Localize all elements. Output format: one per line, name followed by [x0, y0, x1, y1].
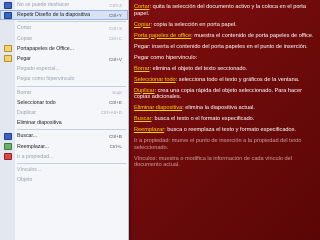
menu-item-label: Objeto [17, 177, 33, 184]
description-text: : muestra el contenido de porta papeles … [191, 32, 314, 39]
description-text: : selecciona todo el texto y gráficos de… [175, 76, 300, 83]
menu-item-shortcut: Ctrl+Z [109, 2, 122, 8]
menu-item-label: Cortar [17, 25, 32, 32]
paste-icon [4, 55, 12, 63]
description-term: Reemplazar [134, 127, 165, 133]
description-text: : busca o reemplaza el texto y formato e… [164, 127, 297, 133]
menu-item-shortcut: Ctrl+E [109, 100, 122, 106]
description-term: Buscar [134, 116, 152, 122]
description-text: Pegar: inserta el contenido del porta pa… [134, 43, 308, 50]
menu-item-reemplazar[interactable]: Reemplazar... Ctrl+L [0, 141, 128, 151]
description-term: Porta papeles de office [134, 32, 192, 39]
menu-separator [17, 21, 126, 23]
menu-separator [17, 129, 126, 131]
menu-item-label: Reemplazar... [17, 143, 50, 150]
menu-item-label: Pegar [17, 56, 31, 63]
menu-item-label: No se puede deshacer [17, 2, 70, 9]
goto-property-icon [4, 153, 12, 161]
edit-menu: No se puede deshacer Ctrl+Z Repetir Diseño… [0, 0, 129, 240]
description-term: Seleccionar todo [134, 76, 176, 83]
descriptions-panel: Cortar: quita la selección del documento… [134, 4, 316, 173]
menu-item-shortcut: Ctrl+Alt+D [100, 110, 122, 116]
menu-item-seleccionar-todo[interactable]: Seleccionar todo Ctrl+E [0, 98, 128, 108]
menu-item-shortcut: Ctrl+C [108, 36, 122, 42]
menu-item-repetir-diseño-de-la-diapositiva[interactable]: Repetir Diseño de la diapositiva Ctrl+Y [0, 10, 128, 21]
menu-item-pegar[interactable]: Pegar Ctrl+V [0, 54, 128, 64]
menu-item-label: Seleccionar todo [17, 99, 56, 106]
menu-item-shortcut: Ctrl+L [109, 144, 122, 150]
menu-item-shortcut: Ctrl+B [109, 133, 122, 139]
menu-item-shortcut: Ctrl+X [109, 25, 122, 31]
description-term: Cortar [134, 4, 150, 10]
menu-item-no-se-puede-deshacer[interactable]: No se puede deshacer Ctrl+Z [0, 0, 128, 10]
menu-item-objeto[interactable]: Objeto [0, 175, 128, 185]
description-term: Borrar [134, 65, 150, 72]
description-paragraph: Eliminar diapositiva: elimina la diaposi… [134, 105, 316, 112]
description-term: Duplicar [134, 87, 155, 94]
description-paragraph: Porta papeles de office: muestra el cont… [134, 33, 316, 40]
replace-icon [4, 142, 12, 150]
menu-item-label: Pegar como hipervínculo [17, 76, 75, 83]
menu-item-copiar[interactable]: Copiar Ctrl+C [0, 34, 128, 44]
find-icon [4, 132, 12, 140]
menu-item-label: Repetir Diseño de la diapositiva [17, 12, 90, 19]
menu-item-eliminar-diapositiva[interactable]: Eliminar diapositiva [0, 118, 128, 128]
description-paragraph: Vínculos: muestra o modifica la informac… [134, 156, 316, 169]
description-text: Pegar como hipervinculo: [134, 54, 198, 61]
menu-item-vínculos[interactable]: Vínculos... [0, 165, 128, 175]
description-text: : quita la selección del documento activ… [134, 4, 306, 17]
menu-item-label: Pegado especial... [17, 66, 60, 73]
menu-item-borrar[interactable]: Borrar Supr [0, 88, 128, 98]
description-text: : copia la selección en porta papel. [150, 21, 237, 28]
menu-item-ir-a-propiedad[interactable]: Ir a propiedad... [0, 152, 128, 162]
menu-separator [17, 85, 126, 87]
description-paragraph: Pegar: inserta el contenido del porta pa… [134, 44, 316, 51]
redo-icon [4, 11, 12, 19]
description-paragraph: Reemplazar: busca o reemplaza el texto y… [134, 127, 316, 134]
description-term: Copiar [134, 21, 151, 28]
menu-item-label: Vínculos... [17, 166, 42, 173]
menu-item-label: Copiar [17, 35, 33, 42]
description-paragraph: Ir a propiedad: mueve el punto de inserc… [134, 138, 316, 151]
menu-separator [17, 162, 126, 164]
menu-item-shortcut: Ctrl+Y [109, 12, 122, 18]
menu-item-shortcut: Supr [112, 90, 122, 96]
description-paragraph: Cortar: quita la selección del documento… [134, 4, 316, 17]
description-text: : crea una copia rápida del objeto selec… [134, 87, 302, 101]
description-paragraph: Pegar como hipervinculo: [134, 55, 316, 62]
clipboard-icon [4, 45, 12, 53]
undo-icon [4, 1, 12, 9]
menu-item-label: Portapapeles de Office... [17, 45, 75, 52]
description-paragraph: Borrar: elimina el objeto del texto secc… [134, 66, 316, 73]
menu-item-label: Buscar... [17, 133, 38, 140]
menu-item-pegar-como-hipervínculo[interactable]: Pegar como hipervínculo [0, 74, 128, 84]
menu-item-label: Eliminar diapositiva [17, 120, 62, 127]
description-paragraph: Copiar: copia la selección en porta pape… [134, 22, 316, 29]
description-text: Ir a propiedad: mueve el punto de inserc… [134, 138, 302, 151]
description-paragraph: Seleccionar todo: selecciona todo el tex… [134, 77, 316, 84]
menu-item-pegado-especial[interactable]: Pegado especial... [0, 64, 128, 74]
menu-item-duplicar[interactable]: Duplicar Ctrl+Alt+D [0, 108, 128, 118]
description-paragraph: Buscar: busca el texto o el formato espe… [134, 116, 316, 123]
menu-item-buscar[interactable]: Buscar... Ctrl+B [0, 131, 128, 141]
menu-item-portapapeles-de-office[interactable]: Portapapeles de Office... [0, 44, 128, 54]
menu-item-label: Ir a propiedad... [17, 153, 54, 160]
menu-item-shortcut: Ctrl+V [109, 56, 122, 62]
menu-item-label: Borrar [17, 89, 32, 96]
description-text: Vínculos: muestra o modifica la informac… [134, 155, 292, 169]
description-paragraph: Duplicar: crea una copia rápida del obje… [134, 88, 316, 101]
menu-item-cortar[interactable]: Cortar Ctrl+X [0, 23, 128, 33]
description-text: : busca el texto o el formato especifica… [151, 116, 255, 122]
description-term: Eliminar diapositiva [134, 105, 183, 111]
menu-item-label: Duplicar [17, 109, 37, 116]
description-text: : elimina la diapositiva actual. [182, 105, 255, 111]
description-text: : elimina el objeto del texto seccionado… [149, 65, 248, 72]
